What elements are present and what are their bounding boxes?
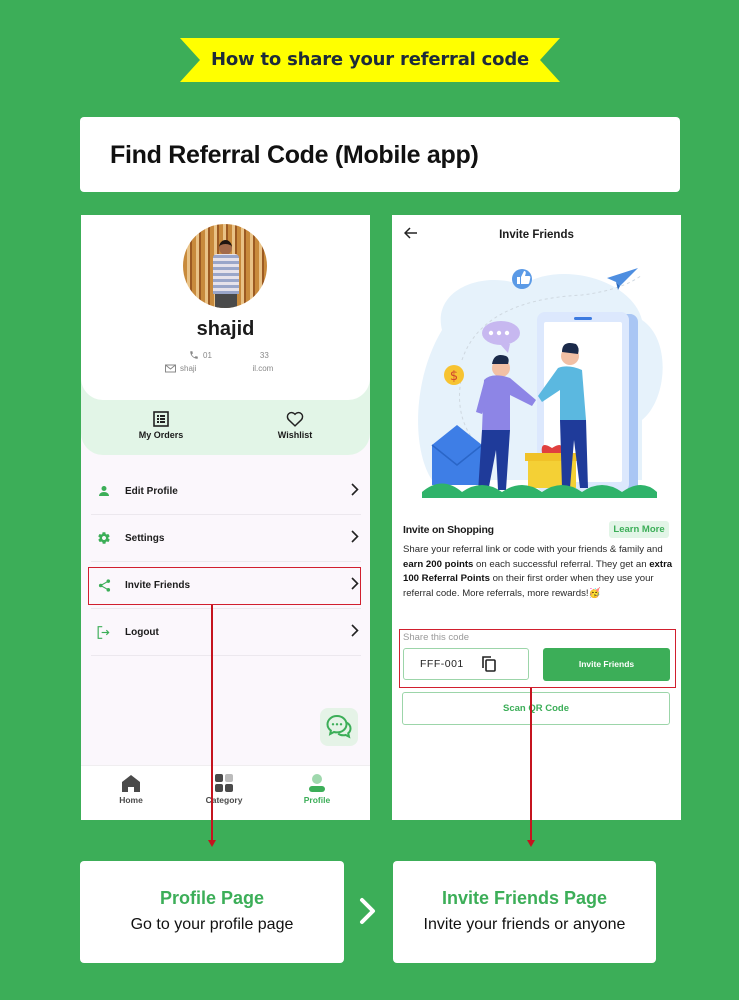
nav-home[interactable]: Home [96,774,166,805]
phone-icon [190,351,198,359]
banner-text: How to share your referral code [210,49,530,70]
phone-end: 33 [259,350,269,360]
arrow-line-left [211,605,213,842]
phone-start: 01 [203,350,212,360]
party-emoji: 🥳 [588,588,601,600]
invite-friends-button[interactable]: Invite Friends [543,648,670,681]
chevron-right-icon [351,530,359,543]
profile-header: shajid 01 33 shaji il.com [81,215,370,400]
learn-more-button[interactable]: Learn More [609,521,669,538]
title-card: Find Referral Code (Mobile app) [80,117,680,192]
my-orders-button[interactable]: My Orders [111,411,211,440]
profile-screen: shajid 01 33 shaji il.com My Orders Wish… [81,215,370,820]
step-description: Go to your profile page [130,916,294,933]
email-address: shaji il.com [165,364,273,373]
profile-menu: Edit Profile Settings Invite Friends Log… [91,468,361,656]
screen-title: Invite Friends [499,229,574,241]
arrow-head-right [527,840,535,847]
chevron-right-icon [360,898,375,924]
invite-friends-highlight [88,567,361,605]
scan-qr-code-button[interactable]: Scan QR Code [402,692,670,725]
orders-list-icon [153,411,169,427]
wishlist-button[interactable]: Wishlist [245,411,345,440]
copy-icon[interactable] [482,656,496,672]
step-title: Invite Friends Page [441,888,608,908]
username: shajid [196,318,255,340]
category-grid-icon [215,774,233,792]
referral-description: Share your referral link or code with yo… [403,544,673,600]
section-title: Invite on Shopping [403,524,494,536]
step-card-profile: Profile Page Go to your profile page [80,861,344,963]
invite-friends-screen: Invite Friends $ Invite on Shopping Lear… [392,215,681,820]
chat-bubbles-icon [326,714,352,739]
share-code-label: Share this code [403,632,470,643]
mail-icon [165,364,176,373]
arrow-head-left [208,840,216,847]
referral-code: FFF-001 [420,658,464,670]
profile-icon [309,774,325,792]
chevron-right-icon [351,624,359,637]
referral-code-field[interactable]: FFF-001 [403,648,529,680]
person-icon [99,486,109,496]
menu-item-edit-profile[interactable]: Edit Profile [91,468,361,515]
menu-item-logout[interactable]: Logout [91,609,361,656]
step-description: Invite your friends or anyone [423,916,626,933]
step-card-invite-friends: Invite Friends Page Invite your friends … [393,861,656,963]
svg-text:$: $ [450,369,458,384]
arrow-line-right [530,688,532,841]
heart-icon [286,411,304,427]
step-title: Profile Page [159,888,265,908]
share-code-highlight: Share this code FFF-001 Invite Friends [399,629,676,688]
handshake-illustration: $ [418,268,663,498]
banner: How to share your referral code [180,38,560,82]
email-start: shaji [180,364,197,373]
nav-category[interactable]: Category [189,774,259,805]
wishlist-label: Wishlist [277,430,313,440]
gear-icon [98,532,110,544]
chat-button[interactable] [320,708,358,746]
avatar[interactable] [183,224,267,308]
email-end: il.com [252,364,274,373]
menu-item-settings[interactable]: Settings [91,515,361,562]
page-title: Find Referral Code (Mobile app) [110,141,479,169]
my-orders-label: My Orders [138,430,184,440]
home-icon [122,775,140,792]
nav-profile[interactable]: Profile [282,774,352,805]
bottom-nav: Home Category Profile [81,765,370,820]
chevron-right-icon [351,483,359,496]
logout-icon [97,625,110,639]
phone-number: 01 33 [189,350,269,360]
